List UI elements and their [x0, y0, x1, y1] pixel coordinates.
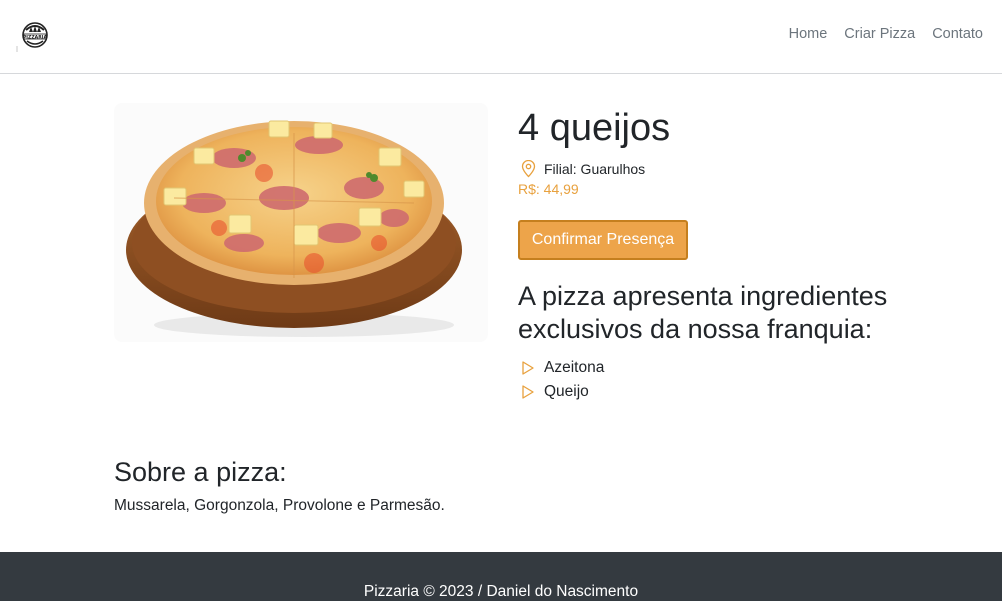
pizza-info: 4 queijos Filial: Guarulhos R$: 44,99 Co…: [518, 104, 958, 404]
about-section: Sobre a pizza: Mussarela, Gorgonzola, Pr…: [114, 455, 814, 515]
ingredients-heading: A pizza apresenta ingredientes exclusivo…: [518, 281, 888, 344]
pizza-title: 4 queijos: [518, 107, 671, 149]
navbar: PIZZARIA Home Criar Pizza Contato: [0, 0, 1002, 74]
footer: Pizzaria © 2023 / Daniel do Nascimento: [0, 552, 1002, 601]
branch-label: Filial: Guarulhos: [544, 161, 646, 177]
pizza-image: [114, 103, 488, 342]
ingredient-label: Queijo: [544, 383, 589, 400]
footer-text: Pizzaria © 2023 / Daniel do Nascimento: [363, 583, 639, 600]
pizzaria-logo[interactable]: PIZZARIA: [16, 18, 54, 52]
list-item: Azeitona: [518, 356, 958, 380]
triangle-right-icon: [522, 385, 534, 399]
list-item: Queijo: [518, 380, 958, 404]
nav-home-link[interactable]: Home: [789, 26, 828, 42]
about-text: Mussarela, Gorgonzola, Provolone e Parme…: [114, 497, 445, 514]
nav-create-pizza-link[interactable]: Criar Pizza: [844, 26, 915, 42]
branch-location: Filial: Guarulhos: [518, 160, 958, 178]
ingredient-label: Azeitona: [544, 359, 605, 376]
confirm-presence-button[interactable]: Confirmar Presença: [518, 220, 688, 260]
logo-text: PIZZARIA: [23, 34, 48, 40]
about-heading: Sobre a pizza:: [114, 457, 287, 487]
map-pin-icon: [521, 160, 536, 178]
pizza-price: R$: 44,99: [518, 181, 579, 197]
pizza-illustration: [126, 120, 462, 337]
ingredients-list: Azeitona Queijo: [518, 356, 958, 404]
triangle-right-icon: [522, 361, 534, 375]
nav-contact-link[interactable]: Contato: [932, 26, 983, 42]
nav-links: Home Criar Pizza Contato: [789, 26, 983, 42]
